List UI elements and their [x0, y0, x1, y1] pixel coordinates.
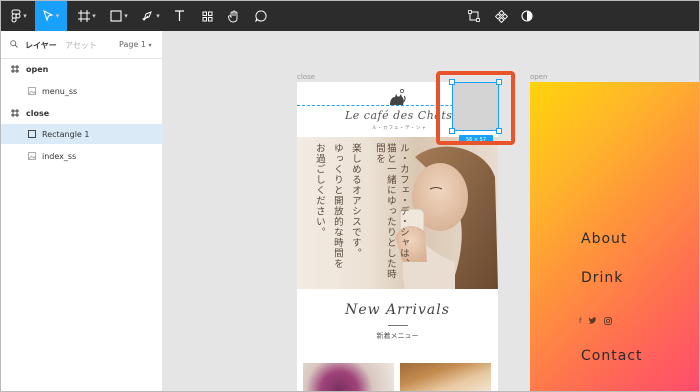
components-icon: [202, 11, 212, 21]
page-label: Page 1: [119, 40, 146, 49]
hero-text-line-5: お過ごしください。: [313, 143, 325, 238]
pen-tool-icon: [142, 11, 153, 21]
toolbar: ▾ ▾ ▾ ▾ ▾: [1, 1, 699, 31]
menu-item-about[interactable]: About: [581, 231, 627, 247]
layer-label: Rectangle 1: [42, 129, 90, 139]
annotation-highlight: [436, 71, 515, 145]
pen-tool-button[interactable]: ▾: [137, 1, 165, 31]
hero-text-line-2: 猫と一緒にゆったりとした時間を: [373, 143, 396, 280]
twitter-icon[interactable]: [588, 317, 597, 325]
frame-label-close[interactable]: close: [297, 73, 315, 81]
image-icon: [28, 87, 36, 95]
chevron-down-icon: ▾: [92, 11, 96, 20]
hand-tool-icon: [228, 10, 238, 22]
chevron-down-icon: ▾: [23, 11, 27, 20]
chevron-down-icon: ▾: [148, 42, 152, 49]
create-component-button[interactable]: [491, 1, 511, 31]
comment-icon: [255, 10, 267, 22]
tab-layers[interactable]: レイヤー: [25, 40, 57, 51]
move-tool-button[interactable]: ▾: [35, 1, 67, 31]
search-icon[interactable]: [10, 40, 18, 50]
woman-drinking-photo: [395, 146, 498, 289]
mask-button[interactable]: [517, 1, 537, 31]
menu-item-drink[interactable]: Drink: [581, 270, 623, 286]
frame-open[interactable]: About Drink f Contact: [530, 82, 699, 391]
layer-label: close: [26, 108, 50, 118]
frame-label-open[interactable]: open: [530, 73, 547, 81]
divider: [388, 325, 408, 326]
image-icon: [28, 152, 36, 160]
social-links: f: [579, 317, 613, 325]
layers-panel: レイヤー アセット Page 1 ▾ open menu_ss close Re…: [1, 31, 163, 391]
layer-image-index-ss[interactable]: index_ss: [1, 146, 163, 166]
layer-rectangle-1[interactable]: Rectangle 1: [1, 124, 163, 144]
components-button[interactable]: [197, 1, 217, 31]
facebook-icon[interactable]: f: [579, 317, 581, 325]
rectangle-tool-icon: [110, 10, 122, 22]
text-tool-icon: [174, 10, 184, 21]
layer-frame-open[interactable]: open: [1, 59, 163, 79]
chevron-down-icon: ▾: [55, 11, 60, 20]
comment-button[interactable]: [251, 1, 271, 31]
frame-icon: [11, 109, 19, 117]
frame-tool-icon: [78, 10, 91, 22]
figma-menu-button[interactable]: ▾: [5, 1, 33, 31]
move-tool-icon: [42, 10, 54, 22]
page-selector[interactable]: Page 1 ▾: [119, 40, 152, 49]
shape-tool-button[interactable]: ▾: [105, 1, 133, 31]
frame-tool-button[interactable]: ▾: [73, 1, 101, 31]
new-arrivals-subheading: 新着メニュー: [376, 332, 419, 340]
food-photo-smoothie: [303, 363, 394, 391]
layer-label: open: [26, 64, 49, 74]
food-photo-crepe: [400, 363, 491, 391]
figma-menu-icon: [11, 9, 21, 23]
edit-object-button[interactable]: [464, 1, 484, 31]
logo-subtitle: ル・カフェ・デ・シャ: [372, 126, 427, 131]
hero-image: ル・カフェ・デ・シャは、 猫と一緒にゆったりとした時間を 楽しめるオアシスです。…: [297, 137, 498, 289]
hero-text-line-3: 楽しめるオアシスです。: [349, 143, 361, 259]
figma-window: ▾ ▾ ▾ ▾ ▾ レイヤー アセット Page 1 ▾ open menu_s…: [0, 0, 700, 392]
panel-header: レイヤー アセット Page 1 ▾: [1, 31, 163, 59]
create-component-icon: [494, 9, 508, 23]
layer-label: menu_ss: [42, 86, 78, 96]
hero-text-line-1: ル・カフェ・デ・シャは、: [397, 143, 409, 269]
menu-item-contact[interactable]: Contact: [581, 348, 642, 364]
chevron-down-icon: ▾: [156, 11, 160, 20]
hand-tool-button[interactable]: [223, 1, 245, 31]
text-tool-button[interactable]: [169, 1, 189, 31]
mask-icon: [521, 10, 533, 22]
rectangle-icon: [28, 130, 36, 138]
layer-image-menu-ss[interactable]: menu_ss: [1, 81, 163, 101]
edit-object-icon: [468, 10, 480, 22]
instagram-icon[interactable]: [604, 317, 613, 325]
canvas[interactable]: close open Le café des Chats ル・カフェ・デ・シャ: [164, 31, 699, 391]
new-arrivals-heading: New Arrivals: [345, 302, 450, 318]
frame-icon: [11, 65, 19, 73]
layer-frame-close[interactable]: close: [1, 103, 163, 123]
layer-label: index_ss: [42, 151, 77, 161]
hero-text-line-4: ゆっくりと開放的な時間を: [331, 143, 343, 269]
chevron-down-icon: ▾: [124, 11, 128, 20]
tab-assets[interactable]: アセット: [65, 40, 97, 51]
